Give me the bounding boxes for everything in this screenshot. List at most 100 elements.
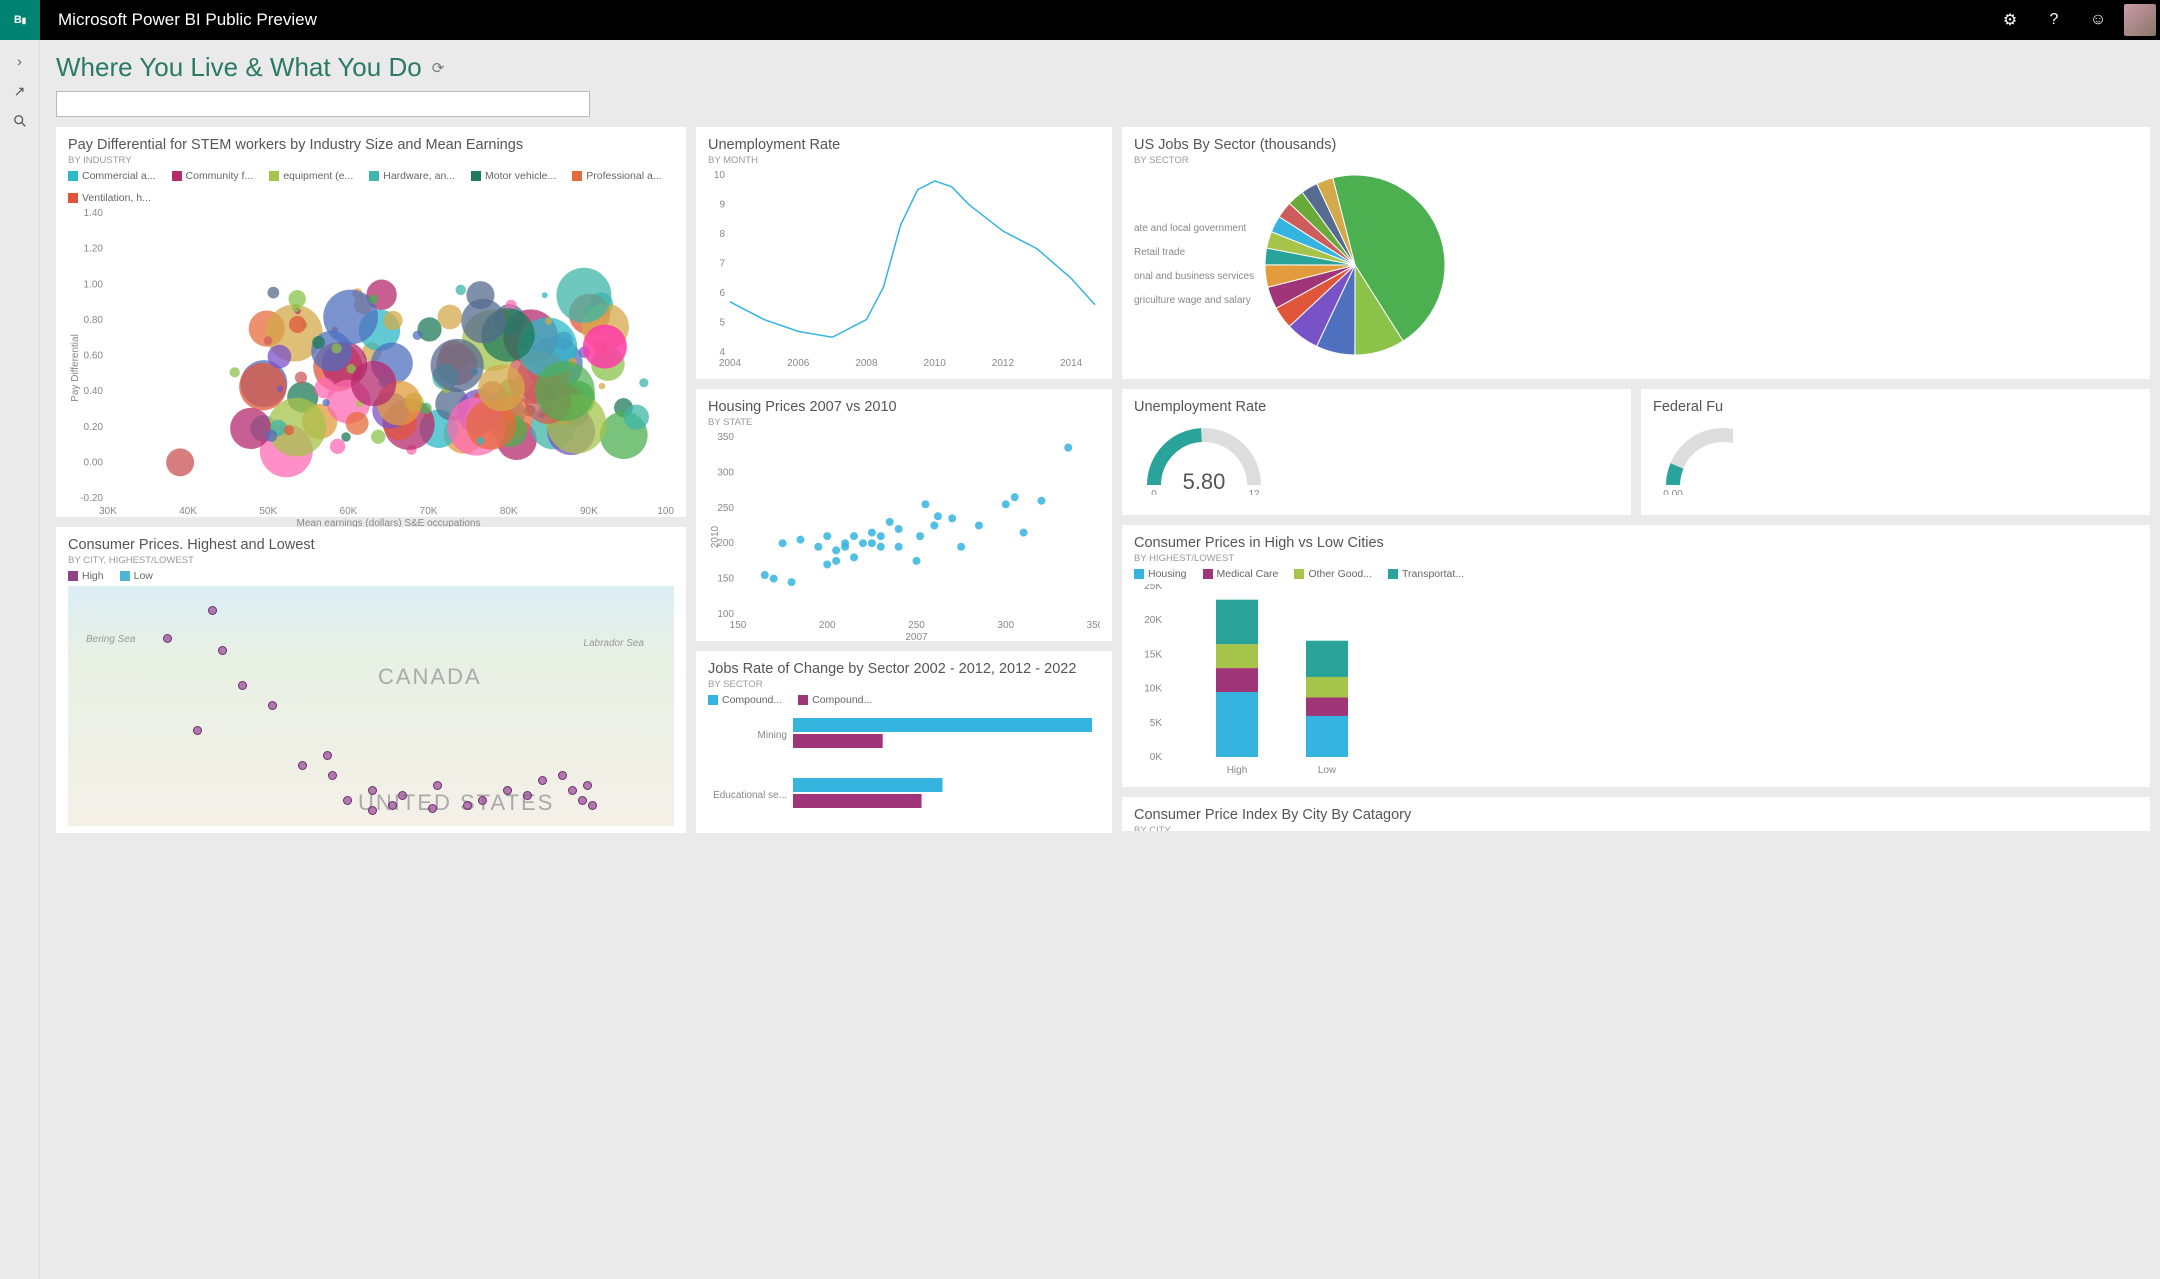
svg-text:Mining: Mining	[758, 730, 787, 741]
tile-housing[interactable]: Housing Prices 2007 vs 2010 BY STATE 100…	[696, 389, 1112, 641]
tile-gauge-unemployment[interactable]: Unemployment Rate 5.80 0 12	[1122, 389, 1631, 515]
svg-text:0.00: 0.00	[84, 457, 104, 468]
share-icon[interactable]: ↗	[0, 76, 39, 106]
svg-text:60K: 60K	[340, 506, 358, 517]
tile-jobs-rate[interactable]: Jobs Rate of Change by Sector 2002 - 201…	[696, 651, 1112, 833]
svg-text:1.20: 1.20	[84, 244, 104, 255]
settings-icon[interactable]: ⚙	[1988, 0, 2032, 40]
left-nav: › ↗	[0, 40, 40, 1279]
svg-text:2004: 2004	[719, 358, 742, 369]
svg-text:2010: 2010	[710, 525, 721, 548]
legend: HighLow	[68, 570, 674, 582]
svg-text:2014: 2014	[1060, 358, 1083, 369]
tile-gauge-federal[interactable]: Federal Fu 0.00	[1641, 389, 2150, 515]
tile-subtitle: BY SECTOR	[1134, 155, 2138, 166]
tile-pay-differential[interactable]: Pay Differential for STEM workers by Ind…	[56, 127, 686, 517]
svg-text:1.00: 1.00	[84, 279, 104, 290]
svg-text:80K: 80K	[500, 506, 518, 517]
tile-subtitle: BY MONTH	[708, 155, 1100, 166]
tile-subtitle: BY CITY, HIGHEST/LOWEST	[68, 555, 674, 566]
svg-text:2008: 2008	[855, 358, 878, 369]
tile-consumer-prices-map[interactable]: Consumer Prices. Highest and Lowest BY C…	[56, 527, 686, 833]
svg-text:10K: 10K	[1144, 684, 1162, 695]
app-logo[interactable]: B▮	[0, 0, 40, 40]
svg-text:0.00: 0.00	[1663, 489, 1683, 495]
refresh-icon[interactable]: ⟳	[432, 59, 445, 77]
svg-text:-0.20: -0.20	[80, 493, 103, 504]
tile-title: Housing Prices 2007 vs 2010	[708, 399, 1100, 415]
svg-text:Educational se...: Educational se...	[713, 790, 787, 801]
svg-text:200: 200	[819, 620, 836, 631]
svg-text:70K: 70K	[420, 506, 438, 517]
svg-text:100K: 100K	[657, 506, 674, 517]
tile-subtitle: BY INDUSTRY	[68, 155, 674, 166]
gauge-chart: 5.80 0 12	[1134, 415, 1274, 495]
svg-text:300: 300	[997, 620, 1014, 631]
map-label: Bering Sea	[86, 634, 135, 645]
svg-text:90K: 90K	[580, 506, 598, 517]
tile-title: Consumer Price Index By City By Catagory	[1134, 807, 2138, 823]
tile-title: Federal Fu	[1653, 399, 2138, 415]
tile-cpi[interactable]: Consumer Price Index By City By Catagory…	[1122, 797, 2150, 831]
scatter-chart: 1001502002503003501502002503003502007201…	[708, 432, 1100, 642]
svg-text:350: 350	[1087, 620, 1100, 631]
tile-subtitle: BY STATE	[708, 417, 1100, 428]
bar-chart: Mining Educational se...	[708, 710, 1100, 820]
tile-title: Pay Differential for STEM workers by Ind…	[68, 137, 674, 153]
svg-text:0.40: 0.40	[84, 386, 104, 397]
legend: Commercial a...Community f...equipment (…	[68, 170, 674, 204]
svg-text:2010: 2010	[924, 358, 947, 369]
tile-title: Unemployment Rate	[708, 137, 1100, 153]
tile-subtitle: BY HIGHEST/LOWEST	[1134, 553, 2138, 564]
stacked-bar-chart: 0K5K10K15K20K25KHighLow	[1134, 584, 1394, 779]
svg-text:150: 150	[717, 574, 734, 585]
svg-text:15K: 15K	[1144, 649, 1162, 660]
tile-consumer-stack[interactable]: Consumer Prices in High vs Low Cities BY…	[1122, 525, 2150, 787]
map: Bering Sea Labrador Sea CANADA UNITED ST…	[68, 586, 674, 826]
bubble-chart: -0.200.000.200.400.600.801.001.201.4030K…	[68, 208, 674, 528]
svg-text:300: 300	[717, 467, 734, 478]
svg-text:100: 100	[717, 609, 734, 620]
tile-title: Consumer Prices in High vs Low Cities	[1134, 535, 2138, 551]
legend: HousingMedical CareOther Good...Transpor…	[1134, 568, 2138, 580]
pie-labels: ate and local governmentRetail tradeonal…	[1134, 217, 1254, 313]
top-bar: B▮ Microsoft Power BI Public Preview ⚙ ?…	[0, 0, 2160, 40]
search-icon[interactable]	[0, 106, 39, 136]
map-country: CANADA	[378, 664, 482, 690]
line-chart: 45678910200420062008201020122014	[708, 170, 1100, 370]
svg-text:12: 12	[1248, 489, 1260, 495]
map-label: Labrador Sea	[583, 638, 644, 649]
svg-text:5K: 5K	[1150, 718, 1163, 729]
svg-text:1.40: 1.40	[84, 208, 104, 219]
qa-input[interactable]	[56, 91, 590, 117]
svg-text:10: 10	[714, 170, 726, 181]
legend: Compound...Compound...	[708, 694, 1100, 706]
help-icon[interactable]: ?	[2032, 0, 2076, 40]
svg-text:2006: 2006	[787, 358, 810, 369]
svg-text:8: 8	[719, 229, 725, 240]
tile-subtitle: BY CITY	[1134, 825, 2138, 831]
svg-text:6: 6	[719, 288, 725, 299]
svg-text:Low: Low	[1318, 765, 1337, 776]
page-title: Where You Live & What You Do	[56, 52, 422, 83]
svg-text:30K: 30K	[99, 506, 117, 517]
svg-text:2012: 2012	[992, 358, 1015, 369]
user-avatar[interactable]	[2124, 4, 2156, 36]
svg-text:0.80: 0.80	[84, 315, 104, 326]
tile-title: Unemployment Rate	[1134, 399, 1619, 415]
tile-jobs-pie[interactable]: US Jobs By Sector (thousands) BY SECTOR …	[1122, 127, 2150, 379]
pie-chart	[1260, 170, 1450, 360]
expand-nav-icon[interactable]: ›	[0, 46, 39, 76]
tile-unemployment[interactable]: Unemployment Rate BY MONTH 4567891020042…	[696, 127, 1112, 379]
svg-text:250: 250	[908, 620, 925, 631]
feedback-icon[interactable]: ☺	[2076, 0, 2120, 40]
svg-text:350: 350	[717, 432, 734, 443]
gauge-chart: 0.00	[1653, 415, 1733, 495]
tile-title: Consumer Prices. Highest and Lowest	[68, 537, 674, 553]
svg-text:20K: 20K	[1144, 615, 1162, 626]
svg-text:5.80: 5.80	[1183, 469, 1226, 494]
svg-text:0: 0	[1151, 489, 1157, 495]
svg-text:40K: 40K	[179, 506, 197, 517]
dashboard-canvas: Where You Live & What You Do ⟳ Pay Diffe…	[40, 40, 2160, 1279]
svg-text:4: 4	[719, 347, 725, 358]
